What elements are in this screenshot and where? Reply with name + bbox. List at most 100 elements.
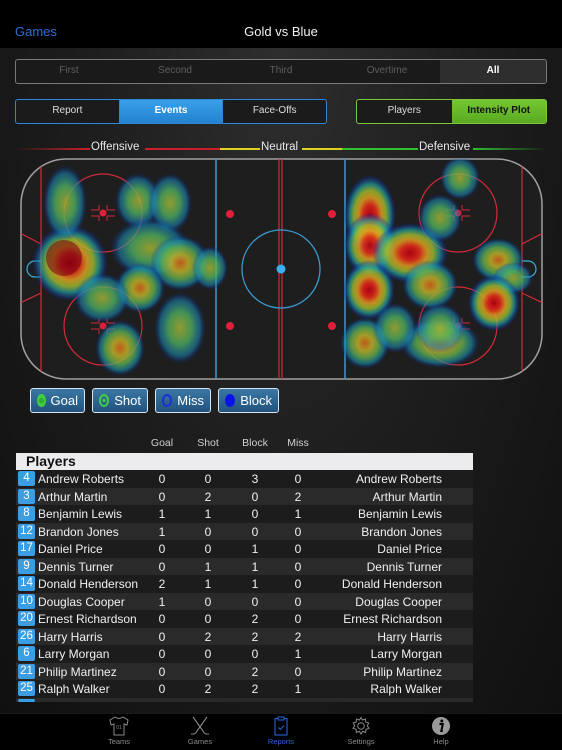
player-name-right: Dennis Turner [366,559,442,574]
goal-count: 0 [158,542,166,556]
goal-count: 0 [158,664,166,679]
jersey-number-badge: 26 [18,628,35,644]
plot-mode-selector: Players Intensity Plot [356,99,547,124]
tab-settings[interactable]: Settings [331,716,391,746]
jersey-number-badge: 12 [18,523,35,539]
block-count: 2 [251,664,259,679]
player-name-right: Arthur Martin [372,489,442,504]
shot-count: 2 [204,629,212,644]
period-overtime[interactable]: Overtime [334,60,440,83]
jersey-number-badge: 17 [18,541,35,556]
legend-goal-label: Goal [50,393,78,408]
jersey-number-badge: 6 [18,646,35,661]
player-name: Arthur Martin [38,489,108,504]
shot-count: 2 [204,682,212,696]
period-first[interactable]: First [16,60,122,83]
player-row[interactable]: 6 Larry Morgan 0 0 0 1 Larry Morgan [16,645,473,663]
player-name-right: Ernest Richardson [343,612,442,626]
player-name: Ernest Richardson [38,612,137,626]
jersey-number-badge: 25 [18,681,35,696]
tab-reports[interactable]: Reports [251,716,311,746]
column-shot: Shot [197,437,219,449]
player-row[interactable]: 26 Harry Harris 0 2 2 2 Harry Harris [16,627,473,645]
zone-labels: Offensive Neutral Defensive [15,140,547,156]
shot-count: 0 [204,612,212,626]
tab-teams[interactable]: 01 Teams [89,716,149,746]
goal-count: 1 [158,594,166,609]
player-row[interactable]: 4 Andrew Roberts 0 0 3 0 Andrew Roberts [16,470,473,488]
legend-goal-toggle[interactable]: Goal [30,388,85,413]
period-second[interactable]: Second [122,60,228,83]
page-title: Gold vs Blue [244,24,318,39]
view-report-tab[interactable]: Report [16,100,119,123]
legend-block-label: Block [240,393,272,408]
neutral-line-left [220,148,260,150]
goal-count: 0 [158,472,166,486]
tab-games[interactable]: Games [170,716,230,746]
jersey-number-badge: 20 [18,611,35,626]
player-name: Philip Martinez [38,664,117,679]
player-name-right: Philip Martinez [363,664,442,679]
player-row[interactable]: 9 Dennis Turner 0 1 1 0 Dennis Turner [16,557,473,575]
shot-count: 0 [204,542,212,556]
jersey-number-badge [18,698,35,702]
neutral-zone-label: Neutral [261,141,299,153]
offensive-line-right [145,148,220,150]
player-row[interactable]: 21 Philip Martinez 0 0 2 0 Philip Martinez [16,662,473,680]
legend-miss-label: Miss [177,393,204,408]
player-name: Ralph Walker [38,682,110,696]
miss-count: 0 [294,577,302,591]
legend-block-toggle[interactable]: Block [218,388,279,413]
player-row[interactable]: 12 Brandon Jones 1 0 0 0 Brandon Jones [16,522,473,540]
shot-count: 0 [204,594,212,609]
shot-count: 0 [204,524,212,539]
miss-count: 0 [294,664,302,679]
offensive-zone-label: Offensive [91,141,140,153]
tab-reports-label: Reports [267,737,295,746]
gear-icon [352,716,370,735]
player-row[interactable]: 8 Benjamin Lewis 1 1 0 1 Benjamin Lewis [16,505,473,523]
mode-players-tab[interactable]: Players [357,100,452,123]
player-name: Benjamin Lewis [38,507,123,521]
tab-help[interactable]: Help [411,716,471,746]
column-block: Block [242,437,268,449]
jersey-icon: 01 [109,716,129,736]
jersey-number-badge: 8 [18,506,35,521]
center-faceoff-dot [276,264,286,274]
tab-teams-label: Teams [107,737,131,746]
player-name-right: Donald Henderson [341,577,442,591]
legend-miss-toggle[interactable]: Miss [155,388,211,413]
main-content: First Second Third Overtime All Report E… [0,48,562,713]
shot-count: 2 [204,489,212,504]
goal-count: 0 [158,682,166,696]
tab-help-label: Help [433,737,449,746]
goal-count: 0 [158,629,166,644]
shot-count: 1 [204,507,212,521]
shot-count: 0 [204,472,212,486]
mode-intensity-plot-tab[interactable]: Intensity Plot [451,100,546,123]
player-row[interactable]: 17 Daniel Price 0 0 1 0 Daniel Price [16,540,473,558]
tab-bar: 01 Teams Games Reports Settings Help [0,713,562,750]
player-row[interactable]: 10 Douglas Cooper 1 0 0 0 Douglas Cooper [16,592,473,610]
period-all[interactable]: All [440,60,546,83]
player-row[interactable]: 25 Ralph Walker 0 2 2 1 Ralph Walker [16,680,473,698]
player-name: Harry Harris [38,629,103,644]
player-row[interactable]: 3 Arthur Martin 0 2 0 2 Arthur Martin [16,487,473,505]
view-faceoffs-tab[interactable]: Face-Offs [222,100,326,123]
goal-count: 0 [158,647,166,661]
block-count: 1 [251,559,259,574]
block-count: 0 [251,507,259,521]
period-third[interactable]: Third [228,60,334,83]
miss-count: 0 [294,594,302,609]
hockey-rink-intensity-plot[interactable] [20,158,543,380]
clipboard-icon [274,716,288,736]
shot-count: 0 [204,664,212,679]
player-row[interactable]: 14 Donald Henderson 2 1 1 0 Donald Henderson [16,575,473,593]
block-count: 3 [251,472,259,486]
player-row[interactable]: 20 Ernest Richardson 0 0 2 0 Ernest Richardson [16,610,473,628]
legend-shot-toggle[interactable]: Shot [92,388,148,413]
miss-count: 0 [294,542,302,556]
miss-count: 1 [294,507,302,521]
jersey-number-badge: 4 [18,471,35,486]
view-events-tab[interactable]: Events [118,100,223,123]
